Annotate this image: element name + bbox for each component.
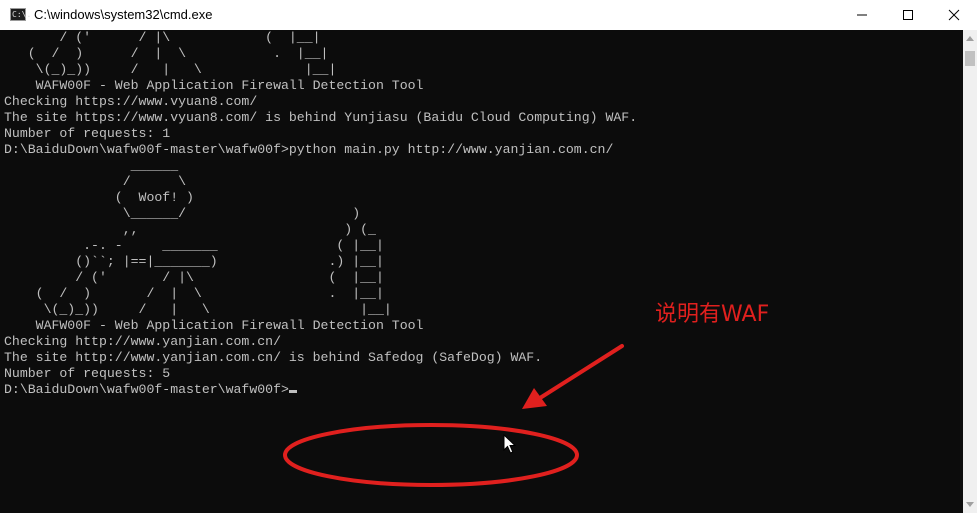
annotation-arrow-line <box>538 344 624 400</box>
highlight-ellipse <box>283 423 579 487</box>
mouse-pointer-icon <box>503 434 517 454</box>
annotation-arrow-head <box>522 388 547 409</box>
annotation-label: 说明有WAF <box>655 302 770 327</box>
annotation-overlay <box>283 344 624 487</box>
